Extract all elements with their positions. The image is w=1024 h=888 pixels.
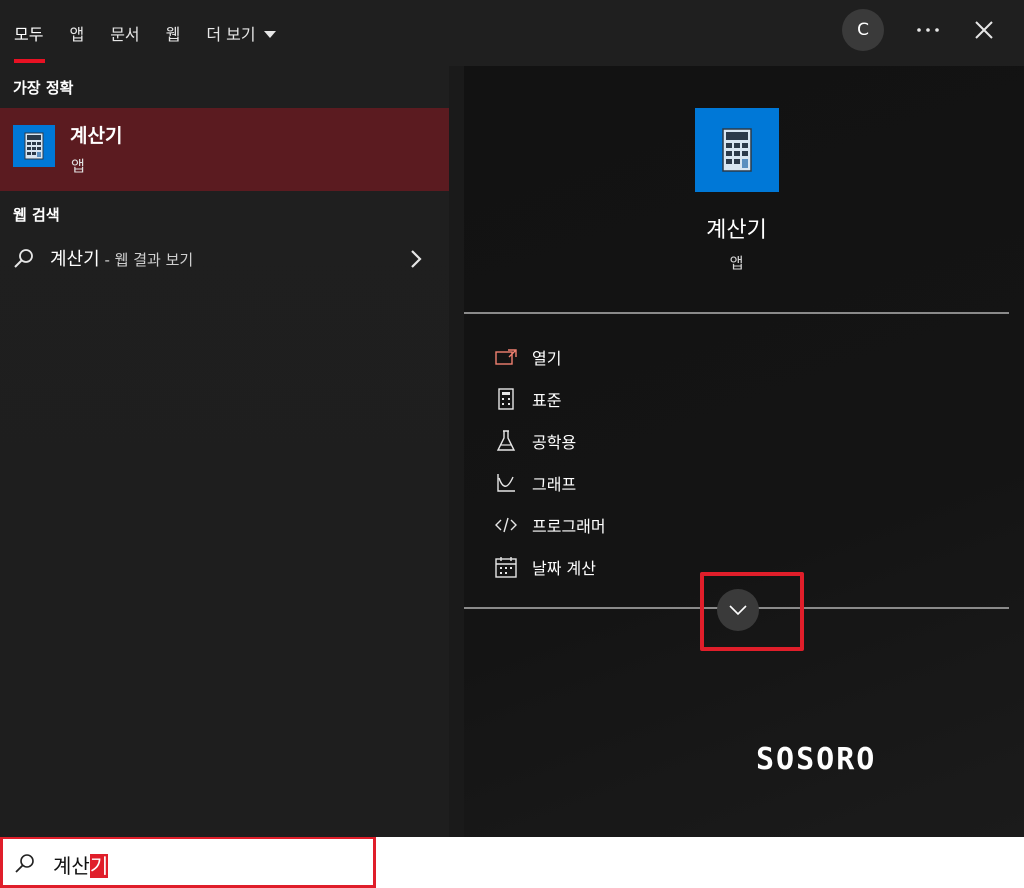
search-query-text: 계산기 — [53, 850, 109, 879]
action-open-label: 열기 — [532, 349, 562, 368]
watermark-text: SOSORO — [756, 742, 877, 777]
action-scientific[interactable]: 공학용 — [494, 420, 794, 462]
tab-all-label: 모두 — [14, 25, 44, 44]
search-bar: 계산기 — [0, 837, 1024, 888]
action-programmer[interactable]: 프로그래머 — [494, 504, 794, 546]
action-graph-label: 그래프 — [532, 475, 577, 494]
web-result-text: 계산기 - 웹 결과 보기 — [50, 245, 193, 271]
best-match-title: 계산기 — [70, 125, 123, 147]
app-tile — [695, 108, 779, 192]
open-window-icon — [494, 345, 518, 369]
search-input[interactable]: 계산기 — [0, 837, 376, 888]
close-button[interactable] — [964, 12, 1004, 48]
action-list: 열기 표준 공학용 그래프 프로그래머 날짜 계산 — [494, 336, 794, 588]
tab-more-label: 더 보기 — [206, 25, 256, 44]
highlight-annotation — [700, 572, 804, 651]
close-icon — [975, 21, 993, 39]
action-standard-label: 표준 — [532, 391, 562, 410]
tab-web[interactable]: 웹 — [166, 0, 181, 66]
search-tab-bar: 모두 앱 문서 웹 더 보기 C — [0, 0, 1024, 66]
search-results-list: 가장 정확 계산기 앱 웹 검색 계산기 - 웹 결과 보기 — [0, 66, 449, 837]
avatar-initial: C — [857, 20, 869, 40]
best-match-heading: 가장 정확 — [13, 79, 74, 97]
tab-all[interactable]: 모두 — [14, 0, 46, 66]
user-avatar-button[interactable]: C — [842, 9, 884, 51]
flask-icon — [494, 429, 518, 453]
graph-icon — [494, 471, 518, 495]
tab-apps-label: 앱 — [69, 25, 85, 44]
search-icon — [15, 854, 34, 873]
preview-pane: 계산기 앱 열기 표준 공학용 그래프 프로그래머 날짜 계산 SOSORO — [449, 66, 1024, 837]
action-open[interactable]: 열기 — [494, 336, 794, 378]
caret-down-icon — [263, 30, 276, 38]
action-standard[interactable]: 표준 — [494, 378, 794, 420]
web-search-result[interactable]: 계산기 - 웹 결과 보기 — [0, 236, 449, 280]
action-programmer-label: 프로그래머 — [532, 517, 606, 536]
tab-web-label: 웹 — [165, 25, 181, 44]
search-icon — [14, 249, 33, 268]
calculator-icon — [13, 125, 55, 167]
web-search-heading: 웹 검색 — [13, 206, 60, 224]
tab-more[interactable]: 더 보기 — [206, 0, 276, 66]
calculator-standard-icon — [494, 387, 518, 411]
tab-documents-label: 문서 — [110, 25, 140, 44]
best-match-subtitle: 앱 — [71, 157, 85, 175]
preview-app-name: 계산기 — [706, 218, 767, 243]
divider — [464, 312, 1009, 314]
web-result-suffix: - 웹 결과 보기 — [99, 251, 194, 269]
preview-content: 계산기 앱 열기 표준 공학용 그래프 프로그래머 날짜 계산 SOSORO — [464, 66, 1024, 837]
tab-documents[interactable]: 문서 — [110, 0, 139, 66]
action-scientific-label: 공학용 — [532, 433, 577, 452]
action-date-calc-label: 날짜 계산 — [532, 559, 596, 578]
code-icon — [494, 513, 518, 537]
more-ellipsis-icon — [917, 28, 939, 32]
action-graph[interactable]: 그래프 — [494, 462, 794, 504]
preview-app-type: 앱 — [729, 254, 744, 272]
tab-apps[interactable]: 앱 — [69, 0, 84, 66]
chevron-right-icon — [411, 250, 422, 268]
more-options-button[interactable] — [908, 12, 948, 48]
search-selected-text: 기 — [89, 854, 109, 878]
web-result-query: 계산기 — [50, 249, 100, 270]
search-typed-text: 계산 — [53, 854, 90, 878]
calculator-icon — [722, 128, 752, 172]
best-match-result[interactable]: 계산기 앱 — [0, 108, 449, 191]
calendar-icon — [494, 555, 518, 579]
filter-tabs: 모두 앱 문서 웹 더 보기 — [14, 0, 302, 66]
